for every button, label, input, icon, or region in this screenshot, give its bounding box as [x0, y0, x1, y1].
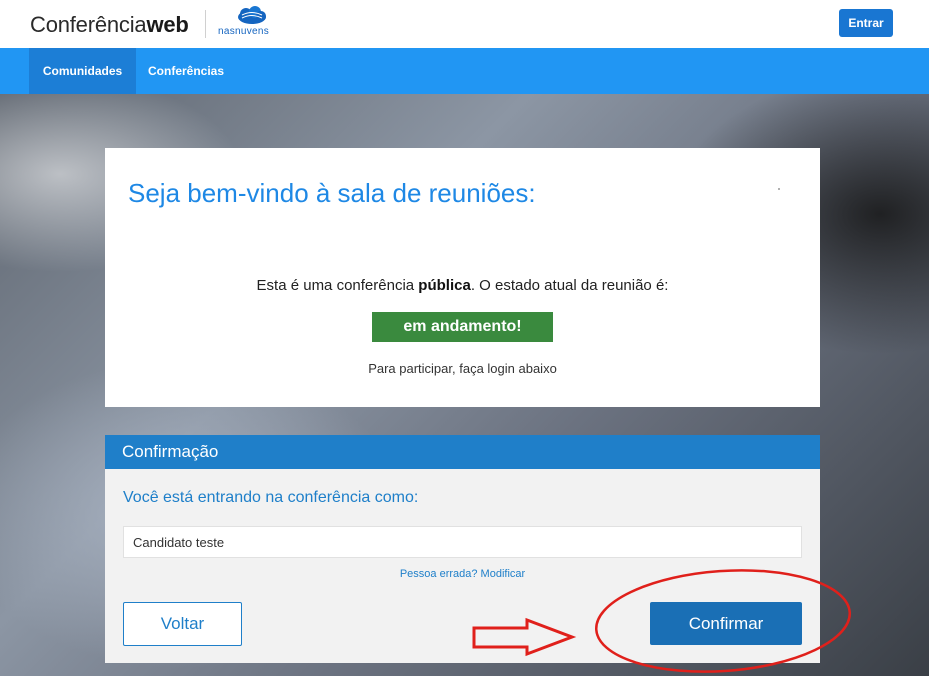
nav-item-comunidades[interactable]: Comunidades: [29, 48, 136, 94]
public-conference-text: Esta é uma conferência pública. O estado…: [105, 277, 820, 294]
nav-item-conferencias[interactable]: Conferências: [148, 48, 224, 94]
logo-text-bold: web: [146, 12, 189, 37]
main-nav: Comunidades Conferências: [0, 48, 929, 94]
logo-divider: [205, 10, 206, 38]
welcome-title: Seja bem-vindo à sala de reuniões:: [128, 178, 536, 208]
decorative-dot: [778, 188, 780, 190]
participant-name-input[interactable]: [123, 526, 802, 558]
welcome-card: Seja bem-vindo à sala de reuniões: Esta …: [105, 148, 820, 407]
public-text-bold: pública: [418, 277, 471, 294]
confirmation-panel: Confirmação Você está entrando na confer…: [105, 435, 820, 663]
wrong-person-link[interactable]: Pessoa errada? Modificar: [105, 568, 820, 580]
logo-text-regular: Conferência: [30, 12, 147, 37]
back-button[interactable]: Voltar: [123, 602, 242, 646]
confirm-button[interactable]: Confirmar: [650, 602, 802, 645]
login-button[interactable]: Entrar: [839, 9, 893, 37]
entering-as-text: Você está entrando na conferência como:: [123, 489, 419, 506]
top-header: Conferênciaweb nasnuvens Entrar: [0, 0, 929, 48]
public-text-prefix: Esta é uma conferência: [256, 277, 419, 294]
login-hint-text: Para participar, faça login abaixo: [368, 361, 557, 376]
partner-logo: nasnuvens: [214, 6, 284, 40]
public-text-suffix: . O estado atual da reunião é:: [470, 277, 669, 294]
conferenciaweb-logo[interactable]: Conferênciaweb: [30, 12, 189, 38]
confirmation-header: Confirmação: [105, 435, 820, 469]
cloud-icon: [238, 6, 266, 24]
partner-name: nasnuvens: [218, 26, 270, 37]
meeting-status-badge: em andamento!: [372, 312, 553, 342]
